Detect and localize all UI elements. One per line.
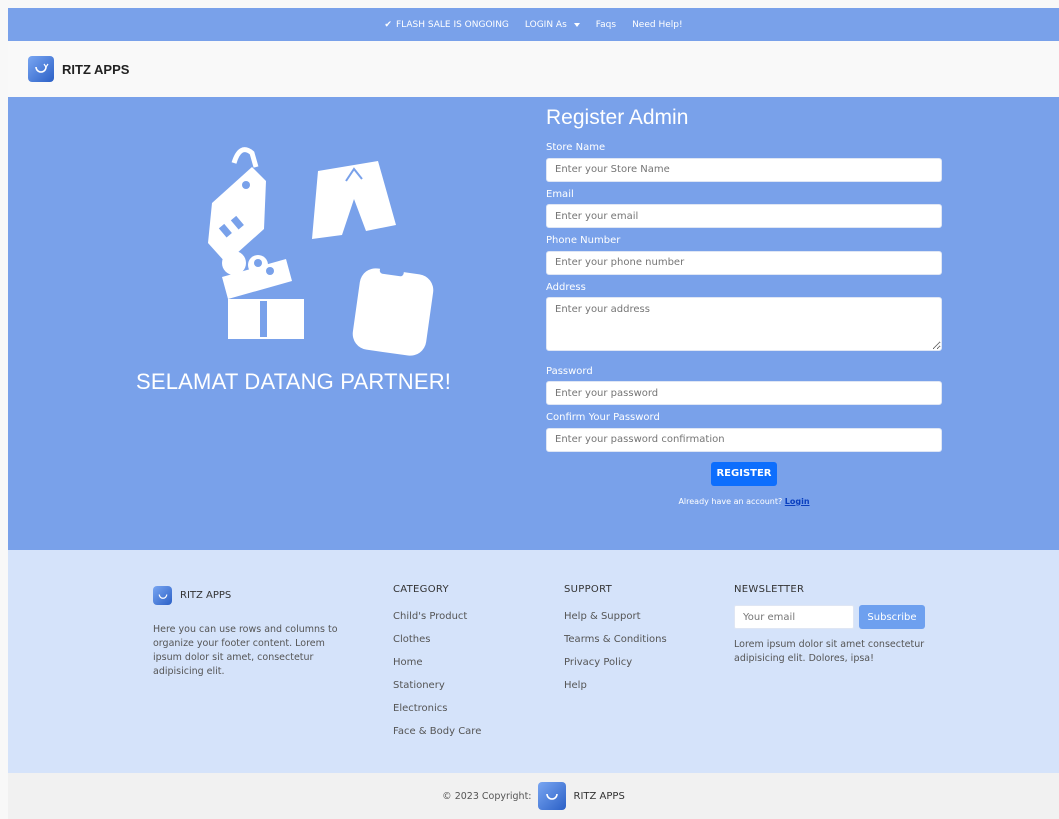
price-tag-icon — [208, 147, 266, 263]
gift-icon — [222, 251, 304, 339]
flash-sale-text: FLASH SALE IS ONGOING — [395, 19, 509, 30]
support-link[interactable]: Help & Support — [564, 611, 667, 622]
address-textarea[interactable] — [546, 296, 942, 351]
shopping-illustration — [208, 147, 434, 356]
phone-input[interactable] — [546, 250, 942, 275]
navbar: RITZ APPS — [8, 41, 1059, 97]
email-input[interactable] — [546, 204, 942, 228]
category-link[interactable]: Home — [393, 657, 481, 668]
newsletter-form: Subscribe — [734, 605, 930, 629]
confirm-password-input[interactable] — [546, 427, 942, 452]
shorts-icon — [312, 161, 396, 239]
store-name-input[interactable] — [546, 157, 942, 182]
support-link[interactable]: Tearms & Conditions — [564, 634, 667, 645]
support-link[interactable]: Help — [564, 680, 667, 691]
footer-brand-name: RITZ APPS — [180, 590, 232, 601]
register-button[interactable]: REGISTER — [711, 461, 777, 486]
subscribe-button[interactable]: Subscribe — [859, 605, 925, 629]
copyright-brand[interactable]: RITZ APPS — [574, 791, 625, 802]
category-link[interactable]: Electronics — [393, 703, 481, 714]
address-label: Address — [546, 281, 586, 293]
footer-about: RITZ APPS Here you can use rows and colu… — [153, 586, 343, 679]
clipboard-icon — [352, 263, 434, 356]
email-label: Email — [546, 188, 574, 200]
category-link[interactable]: Face & Body Care — [393, 726, 481, 737]
copyright-bar: © 2023 Copyright: RITZ APPS — [8, 773, 1059, 819]
brand-logo-icon[interactable] — [28, 56, 54, 82]
brand-logo-icon[interactable] — [537, 782, 566, 810]
footer-support: SUPPORT Help & Support Tearms & Conditio… — [564, 584, 667, 703]
chevron-down-icon — [573, 22, 580, 27]
support-heading: SUPPORT — [564, 584, 613, 595]
brand-name[interactable]: RITZ APPS — [62, 62, 129, 77]
brand-logo-icon — [153, 586, 172, 605]
newsletter-heading: NEWSLETTER — [734, 584, 805, 595]
need-help-link[interactable]: Need Help! — [632, 20, 683, 30]
login-as-label: LOGIN As — [524, 19, 567, 30]
footer-brand: RITZ APPS — [153, 586, 343, 605]
login-link[interactable]: Login — [785, 497, 810, 506]
confirm-password-label: Confirm Your Password — [546, 412, 660, 423]
copyright-text: © 2023 Copyright: — [442, 790, 532, 802]
password-input[interactable] — [546, 381, 942, 405]
newsletter-email-input[interactable] — [734, 605, 854, 629]
login-prompt: Already have an account? Login — [546, 497, 942, 506]
phone-label: Phone Number — [546, 235, 621, 246]
top-announcement-bar: ✔ FLASH SALE IS ONGOING LOGIN As Faqs Ne… — [8, 8, 1059, 41]
check-icon: ✔ — [384, 19, 392, 30]
faqs-link[interactable]: Faqs — [596, 20, 616, 30]
footer-category: CATEGORY Child's Product Clothes Home St… — [393, 584, 481, 749]
flash-sale-notice: ✔ FLASH SALE IS ONGOING — [384, 20, 509, 30]
form-title: Register Admin — [546, 106, 689, 129]
welcome-heading: SELAMAT DATANG PARTNER! — [136, 369, 452, 394]
already-account-text: Already have an account? — [678, 496, 783, 506]
footer-description: Here you can use rows and columns to org… — [153, 624, 338, 677]
password-label: Password — [546, 365, 593, 377]
login-as-dropdown[interactable]: LOGIN As — [525, 20, 580, 30]
category-link[interactable]: Child's Product — [393, 611, 481, 622]
register-admin-form: Register Admin Store Name Email Phone Nu… — [546, 106, 942, 506]
category-heading: CATEGORY — [393, 584, 449, 595]
support-link[interactable]: Privacy Policy — [564, 657, 667, 668]
category-link[interactable]: Stationery — [393, 680, 481, 691]
register-section: SELAMAT DATANG PARTNER! Register Admin S… — [8, 97, 1059, 550]
category-link[interactable]: Clothes — [393, 634, 481, 645]
footer-newsletter: NEWSLETTER Subscribe Lorem ipsum dolor s… — [734, 584, 930, 666]
newsletter-description: Lorem ipsum dolor sit amet consectetur a… — [734, 639, 925, 664]
store-name-label: Store Name — [546, 142, 606, 153]
footer: RITZ APPS Here you can use rows and colu… — [8, 550, 1059, 773]
